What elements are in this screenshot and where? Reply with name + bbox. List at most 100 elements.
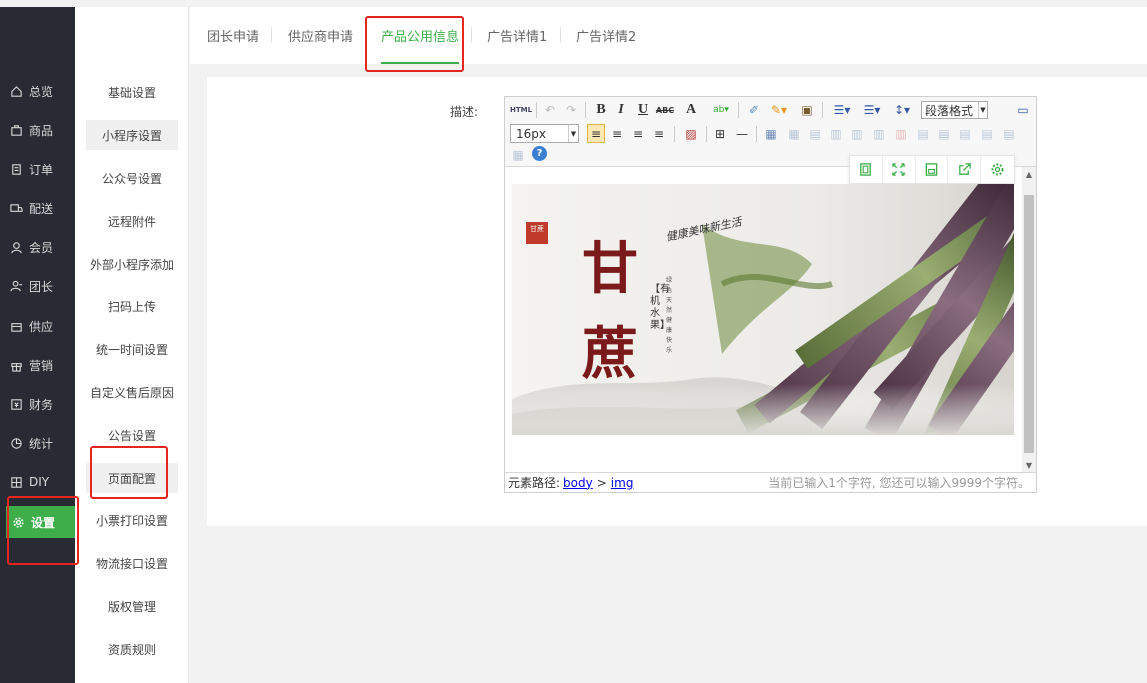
toolbar-divider bbox=[585, 102, 586, 118]
submenu-item-basic[interactable]: 基础设置 bbox=[86, 77, 178, 107]
bold-button[interactable]: B bbox=[593, 101, 609, 119]
sidebar-item-statistics[interactable]: 统计 bbox=[0, 427, 75, 459]
format-painter-icon[interactable]: ✎▾ bbox=[768, 101, 790, 119]
sidebar-item-leader[interactable]: 团长 bbox=[0, 270, 75, 302]
editor-scrollbar[interactable]: ▲ ▼ bbox=[1022, 167, 1036, 472]
sidebar-item-label: 配送 bbox=[29, 201, 54, 216]
eraser-icon[interactable]: ✐ bbox=[746, 101, 762, 119]
paste-plain-icon[interactable]: ▣ bbox=[799, 101, 815, 119]
sugarcane-banner-image[interactable]: 甘蔗 甘 蔗 【有机水果】 绿色天然 健康快乐 健康美味新生活 bbox=[512, 184, 1014, 435]
submenu-item-scan-upload[interactable]: 扫码上传 bbox=[86, 291, 178, 321]
search-replace-icon[interactable]: ⊞ bbox=[712, 124, 728, 143]
tab-divider bbox=[271, 27, 272, 43]
submenu-item-miniprogram[interactable]: 小程序设置 bbox=[86, 120, 178, 150]
merge-cells-icon[interactable]: ▤ bbox=[915, 124, 931, 143]
scroll-up-icon[interactable]: ▲ bbox=[1022, 167, 1036, 181]
submenu-item-receipt-print[interactable]: 小票打印设置 bbox=[86, 505, 178, 535]
tab-supplier-application[interactable]: 供应商申请 bbox=[288, 7, 353, 64]
submenu-item-logistics-api[interactable]: 物流接口设置 bbox=[86, 548, 178, 578]
description-label: 描述: bbox=[450, 105, 479, 119]
align-justify-icon[interactable]: ≡ bbox=[651, 124, 667, 143]
delete-table-icon[interactable]: ▦ bbox=[786, 124, 802, 143]
font-color-button[interactable]: A bbox=[681, 101, 701, 119]
highlight-color-icon[interactable]: ab▾ bbox=[708, 101, 734, 119]
sidebar-item-marketing[interactable]: 营销 bbox=[0, 349, 75, 381]
submenu-item-copyright[interactable]: 版权管理 bbox=[86, 591, 178, 621]
tab-ad-detail-2[interactable]: 广告详情2 bbox=[576, 7, 636, 64]
merge-down-icon[interactable]: ▤ bbox=[957, 124, 973, 143]
submenu-item-external-miniprogram[interactable]: 外部小程序添加 bbox=[86, 249, 178, 279]
path-img-link[interactable]: img bbox=[611, 476, 634, 490]
sidebar-item-label: 商品 bbox=[29, 123, 54, 138]
sidebar-item-members[interactable]: 会员 bbox=[0, 231, 75, 263]
split-cols-icon[interactable]: ▦ bbox=[510, 145, 526, 164]
submenu-item-official-account[interactable]: 公众号设置 bbox=[86, 163, 178, 193]
align-right-icon[interactable]: ≡ bbox=[630, 124, 646, 143]
align-left-icon[interactable]: ≡ bbox=[587, 124, 605, 143]
sidebar-item-overview[interactable]: 总览 bbox=[0, 75, 75, 107]
save-icon[interactable] bbox=[916, 156, 949, 183]
sidebar-item-label: 营销 bbox=[29, 358, 54, 373]
fit-image-icon[interactable] bbox=[850, 156, 883, 183]
gear-icon[interactable] bbox=[981, 156, 1014, 183]
undo-icon[interactable]: ↶ bbox=[542, 101, 558, 119]
fullscreen-icon[interactable]: ▭ bbox=[1015, 101, 1031, 119]
insert-row-icon[interactable]: ▥ bbox=[828, 124, 844, 143]
path-body-link[interactable]: body bbox=[563, 476, 593, 490]
redo-icon[interactable]: ↷ bbox=[563, 101, 579, 119]
finance-icon bbox=[11, 398, 22, 410]
submenu-item-unified-time[interactable]: 统一时间设置 bbox=[86, 334, 178, 364]
font-size-value: 16px bbox=[516, 126, 546, 141]
tab-ad-detail-1[interactable]: 广告详情1 bbox=[487, 7, 547, 64]
scroll-down-icon[interactable]: ▼ bbox=[1022, 458, 1036, 472]
tab-product-common-info[interactable]: 产品公用信息 bbox=[381, 7, 460, 64]
expand-icon[interactable] bbox=[883, 156, 916, 183]
sidebar-item-supply[interactable]: 供应 bbox=[0, 310, 75, 342]
insert-col-icon[interactable]: ▥ bbox=[871, 124, 887, 143]
split-cells-icon[interactable]: ▤ bbox=[979, 124, 995, 143]
insert-table-icon[interactable]: ▦ bbox=[763, 124, 779, 143]
line-height-icon[interactable]: ↕▾ bbox=[889, 101, 915, 119]
delete-col-icon[interactable]: ▥ bbox=[893, 124, 909, 143]
submenu-item-aftersale-reasons[interactable]: 自定义售后原因 bbox=[86, 377, 178, 407]
image-floating-toolbar bbox=[849, 155, 1015, 184]
tab-divider bbox=[471, 27, 472, 43]
strikethrough-button[interactable]: ABC bbox=[655, 101, 675, 119]
gift-icon bbox=[11, 362, 22, 372]
italic-button[interactable]: I bbox=[613, 101, 629, 119]
submenu-item-announcement[interactable]: 公告设置 bbox=[86, 420, 178, 450]
sidebar-item-delivery[interactable]: 配送 bbox=[0, 192, 75, 224]
sidebar-item-goods[interactable]: 商品 bbox=[0, 114, 75, 146]
delete-row-icon[interactable]: ▥ bbox=[849, 124, 865, 143]
member-icon bbox=[11, 241, 22, 253]
toolbar-divider bbox=[756, 126, 757, 142]
tab-leader-application[interactable]: 团长申请 bbox=[207, 7, 259, 64]
html-source-button[interactable]: HTML bbox=[510, 101, 532, 119]
sidebar-item-label: 会员 bbox=[29, 240, 54, 255]
unordered-list-icon[interactable]: ☰▾ bbox=[859, 101, 885, 119]
sidebar-item-label: 设置 bbox=[31, 515, 56, 530]
paragraph-format-select[interactable]: 段落格式 ▼ bbox=[921, 101, 988, 119]
font-size-select[interactable]: 16px ▼ bbox=[510, 124, 579, 143]
split-rows-icon[interactable]: ▤ bbox=[1001, 124, 1017, 143]
horizontal-rule-icon[interactable]: — bbox=[734, 124, 750, 143]
merge-right-icon[interactable]: ▤ bbox=[936, 124, 952, 143]
sidebar-item-finance[interactable]: 财务 bbox=[0, 388, 75, 420]
align-center-icon[interactable]: ≡ bbox=[609, 124, 625, 143]
underline-button[interactable]: U bbox=[635, 101, 651, 119]
insert-image-icon[interactable]: ▨ bbox=[682, 124, 700, 143]
rich-text-editor[interactable]: HTML ↶ ↷ B I U ABC A ab▾ ✐ ✎▾ ▣ ☰▾ ☰▾ ↕▾… bbox=[504, 96, 1037, 493]
sidebar-item-diy[interactable]: DIY bbox=[0, 466, 75, 498]
submenu-item-page-config[interactable]: 页面配置 bbox=[86, 463, 178, 493]
pie-chart-icon bbox=[11, 437, 22, 449]
insert-paragraph-icon[interactable]: ▤ bbox=[807, 124, 823, 143]
help-icon[interactable]: ? bbox=[532, 146, 547, 161]
scroll-thumb[interactable] bbox=[1024, 195, 1034, 453]
sidebar-item-orders[interactable]: 订单 bbox=[0, 153, 75, 185]
ordered-list-icon[interactable]: ☰▾ bbox=[829, 101, 855, 119]
submenu-item-remote-attachment[interactable]: 远程附件 bbox=[86, 206, 178, 236]
sidebar-item-label: DIY bbox=[29, 475, 50, 489]
sidebar-item-settings[interactable]: 设置 bbox=[6, 506, 75, 538]
submenu-item-qualification[interactable]: 资质规则 bbox=[86, 634, 178, 664]
share-icon[interactable] bbox=[948, 156, 982, 183]
